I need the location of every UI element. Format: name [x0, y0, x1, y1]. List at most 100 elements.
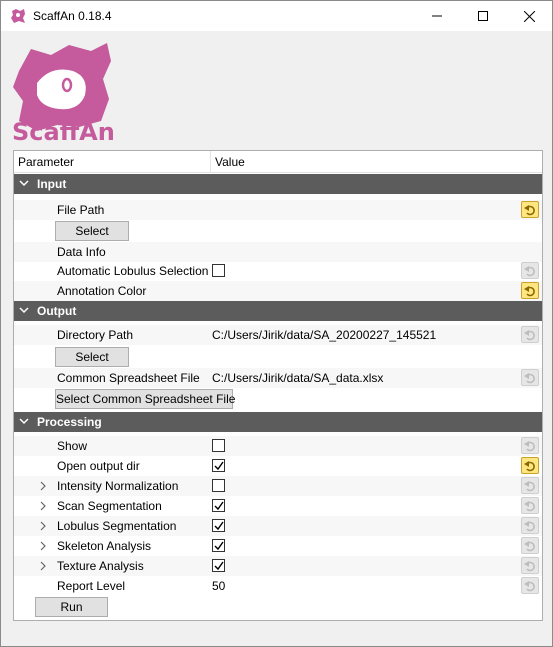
undo-icon — [524, 460, 535, 471]
app-icon — [11, 9, 25, 23]
minimize-button[interactable] — [414, 1, 460, 31]
scaffan-logo: ScaffAn — [11, 41, 115, 146]
directory-path-reset-button[interactable] — [521, 326, 539, 343]
undo-icon — [524, 204, 535, 215]
common-spreadsheet-file-label: Common Spreadsheet File — [57, 371, 200, 385]
automatic-lobulus-selection-reset-button[interactable] — [521, 262, 539, 279]
scan-segmentation-label: Scan Segmentation — [57, 499, 162, 513]
annotation-color-label: Annotation Color — [57, 284, 147, 298]
show-reset-button[interactable] — [521, 437, 539, 454]
row-texture-analysis[interactable]: Texture Analysis — [14, 556, 542, 576]
scan-segmentation-reset-button[interactable] — [521, 497, 539, 514]
annotation-color-reset-button[interactable] — [521, 282, 539, 299]
row-file-path[interactable]: File Path — [14, 200, 542, 220]
row-automatic-lobulus-selection[interactable]: Automatic Lobulus Selection — [14, 261, 542, 281]
undo-icon — [524, 580, 535, 591]
texture-analysis-reset-button[interactable] — [521, 557, 539, 574]
open-output-dir-checkbox[interactable] — [212, 459, 225, 472]
input-select-button[interactable]: Select — [55, 221, 129, 241]
row-annotation-color[interactable]: Annotation Color — [14, 281, 542, 301]
minimize-icon — [432, 15, 442, 17]
row-open-output-dir[interactable]: Open output dir — [14, 456, 542, 476]
report-level-reset-button[interactable] — [521, 577, 539, 594]
group-input[interactable]: Input — [14, 174, 542, 194]
group-processing-label: Processing — [37, 415, 102, 429]
lobulus-segmentation-label: Lobulus Segmentation — [57, 519, 177, 533]
close-icon — [523, 10, 535, 22]
texture-analysis-label: Texture Analysis — [57, 559, 144, 573]
select-common-spreadsheet-button[interactable]: Select Common Spreadsheet File — [55, 389, 235, 409]
close-button[interactable] — [506, 1, 552, 31]
row-directory-path[interactable]: Directory Path C:/Users/Jirik/data/SA_20… — [14, 325, 542, 345]
common-spreadsheet-file-reset-button[interactable] — [521, 369, 539, 386]
row-skeleton-analysis[interactable]: Skeleton Analysis — [14, 536, 542, 556]
undo-icon — [524, 440, 535, 451]
logo-text: ScaffAn — [12, 118, 113, 143]
group-processing[interactable]: Processing — [14, 412, 542, 432]
automatic-lobulus-selection-label: Automatic Lobulus Selection — [57, 264, 209, 278]
column-value[interactable]: Value — [215, 155, 245, 169]
maximize-button[interactable] — [460, 1, 506, 31]
intensity-normalization-label: Intensity Normalization — [57, 479, 179, 493]
checkmark-icon — [214, 521, 224, 531]
undo-icon — [524, 520, 535, 531]
run-button[interactable]: Run — [35, 597, 108, 617]
open-output-dir-label: Open output dir — [57, 459, 140, 473]
undo-icon — [524, 372, 535, 383]
chevron-down-icon[interactable] — [19, 305, 29, 315]
show-checkbox[interactable] — [212, 439, 225, 452]
chevron-right-icon[interactable] — [39, 561, 47, 571]
chevron-down-icon[interactable] — [19, 416, 29, 426]
row-intensity-normalization[interactable]: Intensity Normalization — [14, 476, 542, 496]
directory-path-value[interactable]: C:/Users/Jirik/data/SA_20200227_145521 — [212, 328, 436, 342]
automatic-lobulus-selection-checkbox[interactable] — [212, 264, 225, 277]
checkmark-icon — [214, 541, 224, 551]
chevron-right-icon[interactable] — [39, 541, 47, 551]
common-spreadsheet-file-value[interactable]: C:/Users/Jirik/data/SA_data.xlsx — [212, 371, 383, 385]
chevron-right-icon[interactable] — [39, 521, 47, 531]
chevron-down-icon[interactable] — [19, 178, 29, 188]
texture-analysis-checkbox[interactable] — [212, 559, 225, 572]
checkmark-icon — [214, 561, 224, 571]
checkmark-icon — [214, 501, 224, 511]
show-label: Show — [57, 439, 88, 453]
undo-icon — [524, 500, 535, 511]
report-level-value[interactable]: 50 — [212, 579, 225, 593]
lobulus-segmentation-reset-button[interactable] — [521, 517, 539, 534]
open-output-dir-reset-button[interactable] — [521, 457, 539, 474]
undo-icon — [524, 285, 535, 296]
parameter-tree[interactable]: Parameter Value Input File Path Select D… — [13, 150, 543, 621]
report-level-label: Report Level — [57, 579, 126, 593]
app-window: ScaffAn 0.18.4 ScaffAn Parameter Value I… — [0, 0, 553, 647]
row-report-level[interactable]: Report Level 50 — [14, 576, 542, 596]
title-bar: ScaffAn 0.18.4 — [1, 1, 552, 31]
row-lobulus-segmentation[interactable]: Lobulus Segmentation — [14, 516, 542, 536]
scan-segmentation-checkbox[interactable] — [212, 499, 225, 512]
data-info-label: Data Info — [57, 245, 106, 259]
skeleton-analysis-reset-button[interactable] — [521, 537, 539, 554]
undo-icon — [524, 560, 535, 571]
row-data-info[interactable]: Data Info — [14, 242, 542, 262]
row-common-spreadsheet-file[interactable]: Common Spreadsheet File C:/Users/Jirik/d… — [14, 368, 542, 388]
intensity-normalization-reset-button[interactable] — [521, 477, 539, 494]
output-select-button[interactable]: Select — [55, 347, 129, 367]
directory-path-label: Directory Path — [57, 328, 134, 342]
lobulus-segmentation-checkbox[interactable] — [212, 519, 225, 532]
group-output[interactable]: Output — [14, 301, 542, 321]
column-parameter[interactable]: Parameter — [18, 155, 74, 169]
group-output-label: Output — [37, 304, 77, 318]
undo-icon — [524, 329, 535, 340]
row-show[interactable]: Show — [14, 436, 542, 456]
file-path-reset-button[interactable] — [521, 201, 539, 218]
row-scan-segmentation[interactable]: Scan Segmentation — [14, 496, 542, 516]
column-separator[interactable] — [210, 151, 211, 173]
chevron-right-icon[interactable] — [39, 501, 47, 511]
logo-graphic: ScaffAn — [12, 43, 115, 146]
row-run: Run — [14, 597, 542, 617]
skeleton-analysis-checkbox[interactable] — [212, 539, 225, 552]
intensity-normalization-checkbox[interactable] — [212, 479, 225, 492]
window-title: ScaffAn 0.18.4 — [33, 9, 112, 23]
file-path-label: File Path — [57, 203, 105, 217]
chevron-right-icon[interactable] — [39, 481, 47, 491]
row-input-select: Select — [14, 221, 542, 241]
